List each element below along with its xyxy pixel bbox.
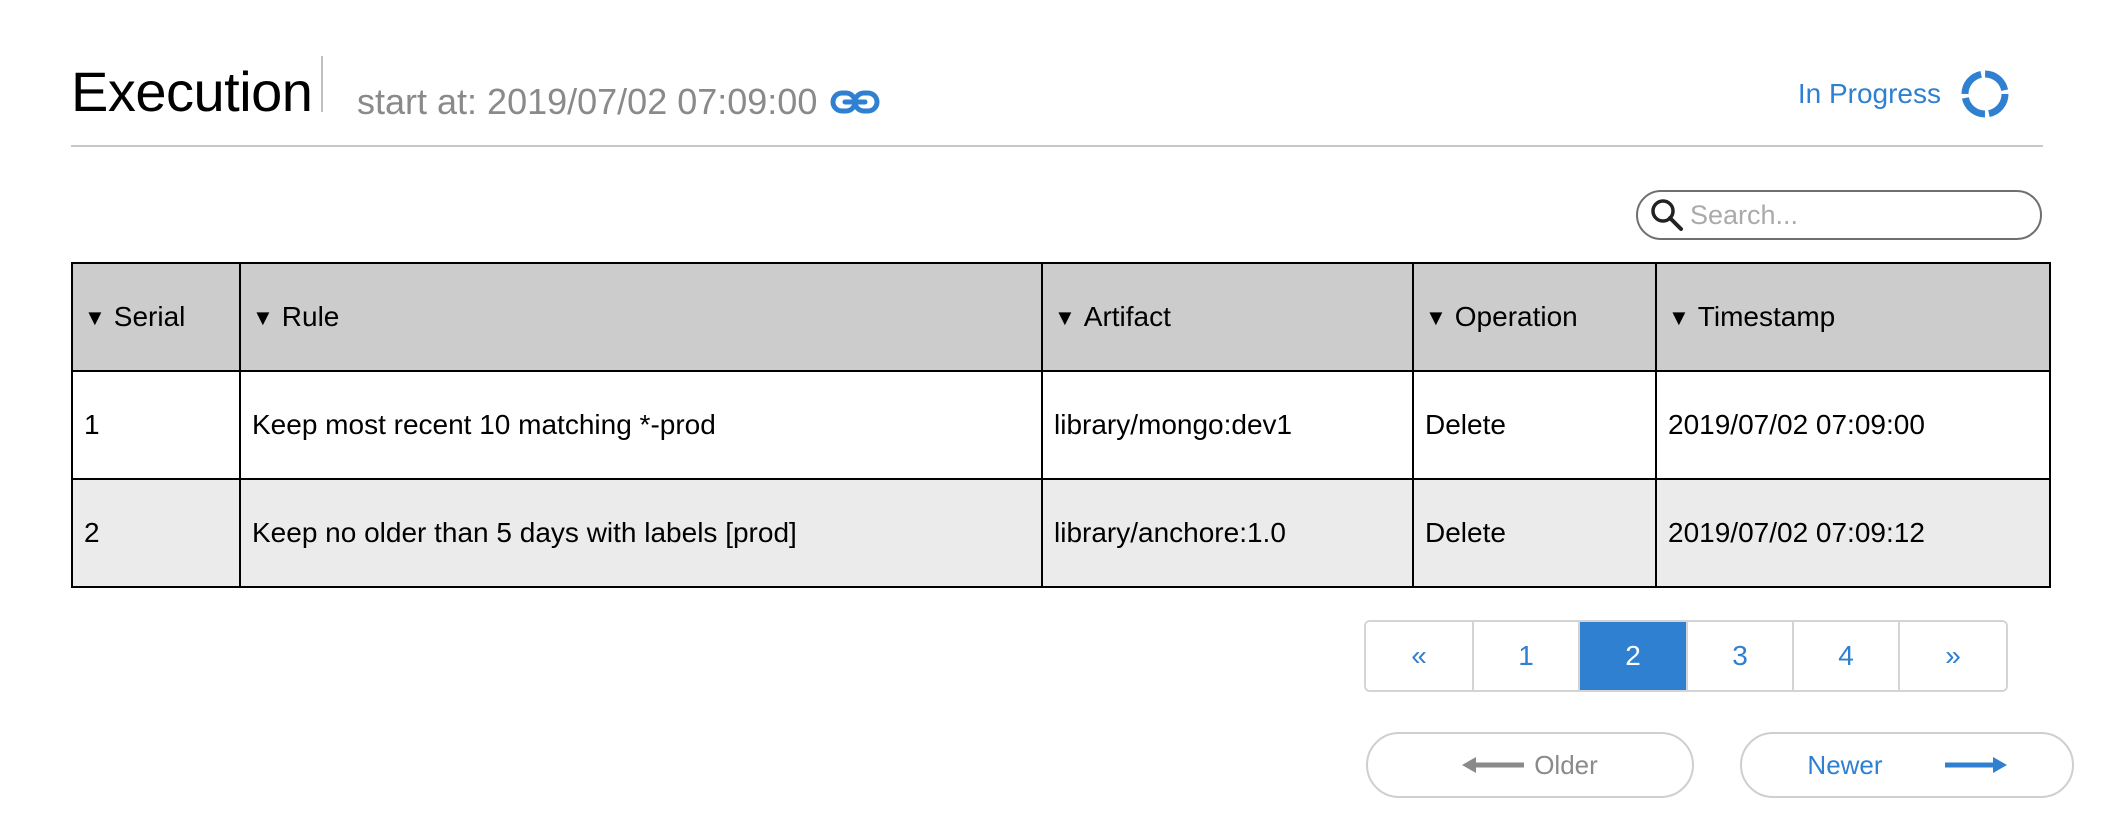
newer-label: Newer [1807,749,1883,780]
page-2-button[interactable]: 2 [1580,622,1688,690]
table-row: 2 Keep no older than 5 days with labels … [71,478,2051,588]
search-box[interactable] [1636,190,2042,240]
title-divider [321,56,323,112]
execution-table: ▼ Serial ▼ Rule ▼ Artifact ▼ Operation ▼ Time… [71,262,2051,588]
cell-operation: Delete [1412,478,1657,588]
column-header-rule[interactable]: ▼ Rule [239,262,1043,372]
cell-rule: Keep no older than 5 days with labels [p… [239,478,1043,588]
execution-status: In Progress [1798,64,2011,124]
arrow-right-icon [1944,757,2007,773]
column-header-artifact[interactable]: ▼ Artifact [1041,262,1414,372]
column-label: Operation [1454,301,1578,332]
table-header-row: ▼ Serial ▼ Rule ▼ Artifact ▼ Operation ▼ Time… [71,262,2051,372]
sort-arrow-icon: ▼ [1054,305,1076,330]
search-input[interactable] [1688,198,2032,232]
sort-arrow-icon: ▼ [84,305,106,330]
table-row: 1 Keep most recent 10 matching *-prod li… [71,370,2051,480]
search-icon [1651,199,1683,231]
cell-artifact: library/anchore:1.0 [1041,478,1414,588]
page-1-button[interactable]: 1 [1474,622,1580,690]
sort-arrow-icon: ▼ [1425,305,1447,330]
cell-timestamp: 2019/07/02 07:09:12 [1655,478,2051,588]
link-icon[interactable] [830,86,880,118]
page-prev-button[interactable]: « [1366,622,1474,690]
page-next-button[interactable]: » [1900,622,2006,690]
spinner-icon [1961,70,2009,118]
older-button[interactable]: Older [1366,732,1694,798]
column-header-operation[interactable]: ▼ Operation [1412,262,1657,372]
cell-artifact: library/mongo:dev1 [1041,370,1414,480]
newer-button[interactable]: Newer [1740,732,2074,798]
pagination: « 1 2 3 4 » [1364,620,2008,692]
cell-timestamp: 2019/07/02 07:09:00 [1655,370,2051,480]
cell-serial: 1 [71,370,241,480]
column-label: Serial [113,301,186,332]
arrow-left-icon [1462,757,1525,773]
column-label: Timestamp [1697,301,1836,332]
cell-rule: Keep most recent 10 matching *-prod [239,370,1043,480]
column-label: Rule [281,301,340,332]
sort-arrow-icon: ▼ [1668,305,1690,330]
page-4-button[interactable]: 4 [1794,622,1900,690]
sort-arrow-icon: ▼ [252,305,274,330]
start-time: start at: 2019/07/02 07:09:00 [357,81,818,122]
page-title: Execution [71,60,313,123]
page-header: Execution start at: 2019/07/02 07:09:00 … [71,56,2043,147]
page-3-button[interactable]: 3 [1688,622,1794,690]
status-label: In Progress [1797,78,1941,109]
cell-serial: 2 [71,478,241,588]
column-header-timestamp[interactable]: ▼ Timestamp [1655,262,2051,372]
older-label: Older [1534,749,1598,780]
column-label: Artifact [1083,301,1171,332]
cell-operation: Delete [1412,370,1657,480]
column-header-serial[interactable]: ▼ Serial [71,262,241,372]
